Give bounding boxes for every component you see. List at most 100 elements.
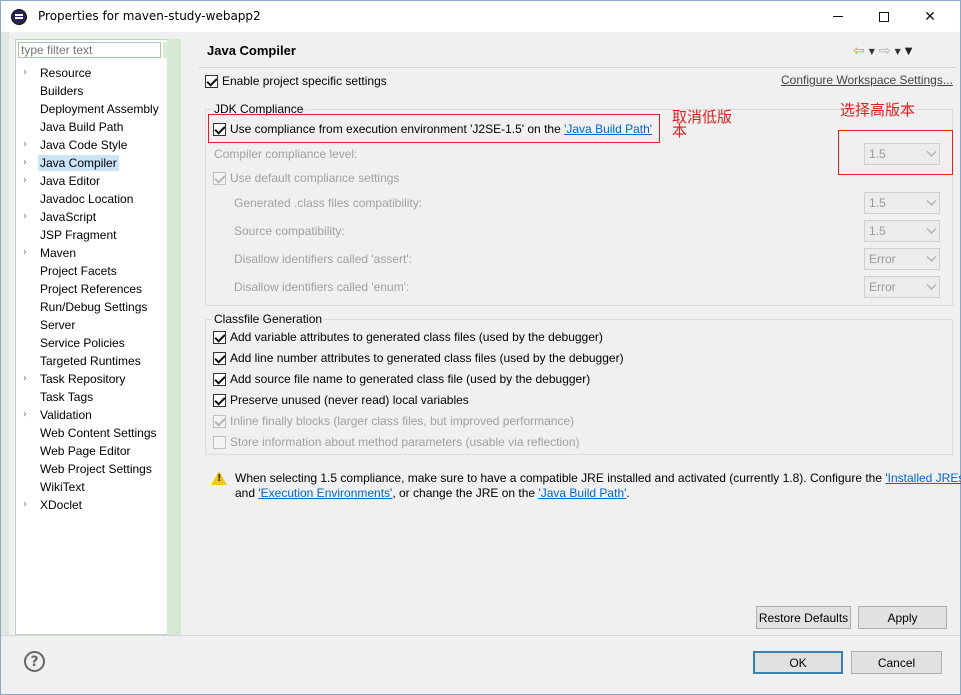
execution-environments-link[interactable]: 'Execution Environments' [258, 486, 392, 500]
properties-dialog: Properties for maven-study-webapp2 ✕ › Re… [0, 0, 961, 695]
tree-item[interactable]: › Validation [16, 406, 182, 424]
tree-item[interactable]: › Java Editor [16, 172, 182, 190]
restore-defaults-button[interactable]: Restore Defaults [756, 606, 851, 629]
source-compat-combo: 1.5 [864, 220, 940, 242]
annotation-cancel-low-line2: 本 [672, 122, 688, 140]
classfile-option-checkbox[interactable] [213, 393, 226, 407]
tree-item[interactable]: Project Facets [16, 262, 182, 280]
installed-jres-link[interactable]: 'Installed JREs' [885, 471, 961, 485]
tree-item[interactable]: Web Page Editor [16, 442, 182, 460]
tree-item[interactable]: Deployment Assembly [16, 100, 182, 118]
tree-item[interactable]: › Java Code Style [16, 136, 182, 154]
tree-item[interactable]: Builders [16, 82, 182, 100]
tree-item-label: Java Build Path [40, 120, 124, 134]
tree-item[interactable]: Project References [16, 280, 182, 298]
tree-item[interactable]: › Maven [16, 244, 182, 262]
classfile-option-checkbox[interactable] [213, 372, 226, 386]
close-icon: ✕ [924, 8, 936, 25]
tree-item-label: Resource [40, 66, 92, 80]
tree-item[interactable]: Task Tags [16, 388, 182, 406]
forward-history-icon[interactable]: ▼ [895, 47, 901, 56]
forward-arrow-icon[interactable]: ⇨ [879, 43, 891, 59]
back-arrow-icon[interactable]: ⇦ [853, 43, 865, 59]
tree-item-label: Service Policies [40, 336, 125, 350]
chevron-right-icon[interactable]: › [23, 244, 27, 262]
filter-input[interactable] [19, 43, 160, 57]
enable-specific-checkbox[interactable] [205, 74, 218, 88]
disallow-assert-combo: Error [864, 248, 940, 270]
warning-text-mid: , or change the JRE on the [392, 486, 539, 500]
use-default-label: Use default compliance settings [230, 171, 400, 185]
tree-item[interactable]: WikiText [16, 478, 182, 496]
tree-item-label: XDoclet [40, 498, 83, 512]
tree-item[interactable]: Targeted Runtimes [16, 352, 182, 370]
page-title: Java Compiler [207, 43, 296, 58]
chevron-right-icon[interactable]: › [23, 64, 27, 82]
tree-item[interactable]: › Java Compiler [16, 154, 182, 172]
chevron-right-icon[interactable]: › [23, 496, 27, 514]
warning-line2: and 'Execution Environments', or change … [235, 486, 630, 500]
tree-item[interactable]: JSP Fragment [16, 226, 182, 244]
tree-item[interactable]: Javadoc Location [16, 190, 182, 208]
disallow-enum-label: Disallow identifiers called 'enum': [234, 280, 410, 294]
chevron-right-icon[interactable]: › [23, 136, 27, 154]
classfile-option-label: Inline finally blocks (larger class file… [230, 414, 575, 428]
enable-specific-label: Enable project specific settings [222, 74, 387, 88]
maximize-button[interactable] [861, 1, 907, 32]
chevron-right-icon[interactable]: › [23, 154, 27, 172]
chevron-down-icon [926, 279, 937, 290]
tree-item[interactable]: › JavaScript [16, 208, 182, 226]
generated-compat-value: 1.5 [869, 196, 886, 210]
tree-scrollbar[interactable] [167, 39, 181, 635]
close-button[interactable]: ✕ [907, 1, 953, 32]
tree-item-label: Run/Debug Settings [40, 300, 148, 314]
back-history-icon[interactable]: ▼ [869, 47, 875, 56]
tree-item[interactable]: Java Build Path [16, 118, 182, 136]
classfile-option-row[interactable]: Add source file name to generated class … [213, 372, 590, 386]
tree-item[interactable]: Service Policies [16, 334, 182, 352]
warning-text-1: When selecting 1.5 compliance, make sure… [235, 471, 886, 485]
tree-item[interactable]: Run/Debug Settings [16, 298, 182, 316]
generated-compat-combo: 1.5 [864, 192, 940, 214]
chevron-right-icon[interactable]: › [23, 172, 27, 190]
tree-item-label: Project Facets [40, 264, 117, 278]
tree-item[interactable]: › Task Repository [16, 370, 182, 388]
ok-button[interactable]: OK [753, 651, 843, 674]
tree-item[interactable]: Web Project Settings [16, 460, 182, 478]
minimize-button[interactable] [815, 1, 861, 32]
warning-icon [211, 471, 227, 485]
help-icon[interactable]: ? [24, 651, 45, 672]
tree-item-label: Task Repository [40, 372, 126, 386]
cancel-button[interactable]: Cancel [851, 651, 942, 674]
tree-item[interactable]: › Resource [16, 64, 182, 82]
tree-item[interactable]: › XDoclet [16, 496, 182, 514]
disallow-assert-value: Error [869, 252, 896, 266]
window-title: Properties for maven-study-webapp2 [38, 9, 261, 23]
classfile-option-row[interactable]: Add variable attributes to generated cla… [213, 330, 603, 344]
classfile-option-row[interactable]: Add line number attributes to generated … [213, 351, 624, 365]
disallow-assert-label: Disallow identifiers called 'assert': [234, 252, 412, 266]
view-menu-icon[interactable]: ▼ [905, 46, 913, 57]
classfile-option-label: Add line number attributes to generated … [230, 351, 624, 365]
tree-item[interactable]: Server [16, 316, 182, 334]
chevron-right-icon[interactable]: › [23, 370, 27, 388]
disallow-enum-combo: Error [864, 276, 940, 298]
classfile-option-checkbox[interactable] [213, 351, 226, 365]
java-build-path-link-2[interactable]: 'Java Build Path' [538, 486, 626, 500]
chevron-down-icon [926, 251, 937, 262]
filter-box[interactable] [18, 42, 161, 58]
apply-button[interactable]: Apply [858, 606, 947, 629]
background-edge [1, 32, 9, 635]
chevron-right-icon[interactable]: › [23, 208, 27, 226]
classfile-option-checkbox[interactable] [213, 330, 226, 344]
generated-compat-label: Generated .class files compatibility: [234, 196, 423, 210]
configure-workspace-link[interactable]: Configure Workspace Settings... [781, 73, 953, 87]
enable-specific-row[interactable]: Enable project specific settings [205, 74, 387, 88]
classfile-option-label: Add source file name to generated class … [230, 372, 591, 386]
chevron-right-icon[interactable]: › [23, 406, 27, 424]
classfile-option-row[interactable]: Preserve unused (never read) local varia… [213, 393, 469, 407]
tree-item[interactable]: Web Content Settings [16, 424, 182, 442]
title-divider [199, 67, 956, 68]
eclipse-icon [11, 9, 27, 25]
tree-item-label: Java Compiler [38, 155, 119, 171]
